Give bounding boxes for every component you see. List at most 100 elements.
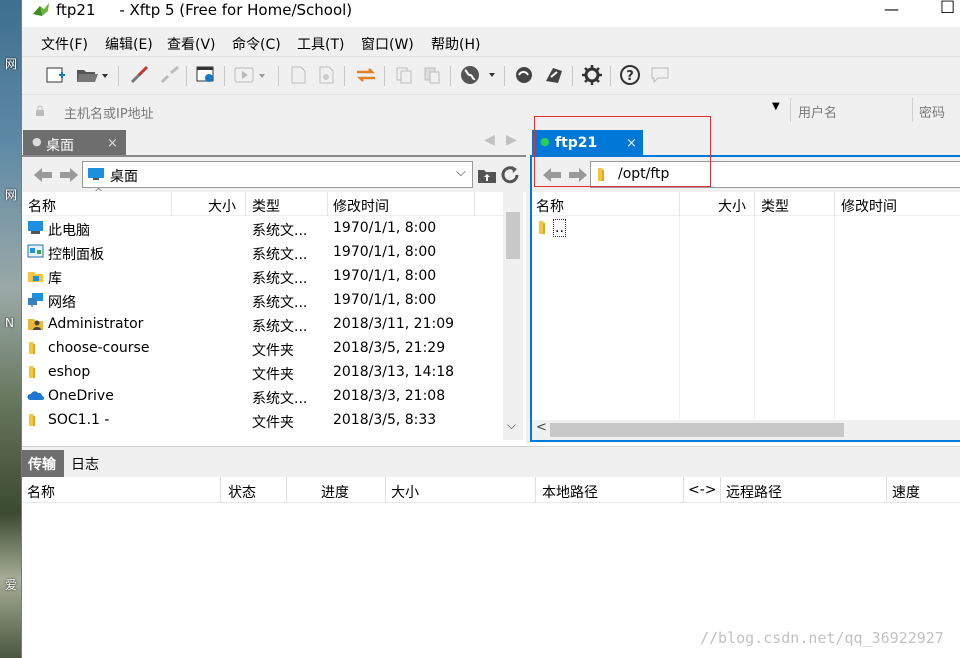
refresh-icon[interactable] <box>500 165 522 185</box>
tab-label: 传输 <box>28 457 56 473</box>
disconnect-icon[interactable] <box>158 64 182 86</box>
minimize-button[interactable]: — <box>884 0 899 18</box>
control-panel-icon <box>27 244 44 258</box>
tab-scroll-left-icon[interactable]: ◀ <box>484 132 495 148</box>
host-input[interactable]: 主机名或IP地址 ▼ <box>32 99 788 123</box>
file-name: 控制面板 <box>48 247 104 263</box>
close-icon[interactable]: × <box>626 136 637 151</box>
scroll-thumb[interactable] <box>550 423 844 437</box>
file-type: 系统文... <box>252 319 308 335</box>
col-status[interactable]: 状态 <box>228 482 256 502</box>
file-name: .. <box>553 219 566 237</box>
xshell-icon[interactable] <box>512 64 536 86</box>
download-icon[interactable] <box>314 64 338 86</box>
local-file-row[interactable]: choose-course 文件夹 2018/3/5, 21:29 <box>22 336 502 360</box>
col-modified[interactable]: 修改时间 <box>333 196 389 216</box>
chevron-down-icon[interactable]: ▼ <box>772 101 780 112</box>
play-icon[interactable] <box>232 64 268 86</box>
col-size[interactable]: 大小 <box>391 482 419 502</box>
xftp-logo-icon <box>33 3 49 16</box>
maximize-button[interactable]: ☐ <box>940 0 955 18</box>
tab-log[interactable]: 日志 <box>71 454 99 474</box>
menu-file[interactable]: 文件(F) <box>41 34 88 54</box>
local-file-row[interactable]: OneDrive 系统文... 2018/3/3, 21:08 <box>22 384 502 408</box>
col-type[interactable]: 类型 <box>761 196 789 216</box>
local-file-row[interactable]: 此电脑 系统文... 1970/1/1, 8:00 <box>22 216 502 240</box>
new-session-icon[interactable] <box>44 64 68 86</box>
connect-icon[interactable] <box>128 64 152 86</box>
local-file-row[interactable]: Administrator 系统文... 2018/3/11, 21:09 <box>22 312 502 336</box>
menu-window[interactable]: 窗口(W) <box>361 34 414 54</box>
close-icon[interactable]: × <box>107 136 118 151</box>
tab-local-desktop[interactable]: ● 桌面 × <box>23 130 126 157</box>
local-file-row[interactable]: eshop 文件夹 2018/3/13, 14:18 <box>22 360 502 384</box>
tab-transfer[interactable]: 传输 <box>22 450 64 478</box>
col-remote-path[interactable]: 远程路径 <box>726 482 782 502</box>
col-progress[interactable]: 进度 <box>321 482 349 502</box>
file-modified: 2018/3/5, 8:33 <box>333 412 437 428</box>
transfer-icon[interactable] <box>354 64 378 86</box>
back-forward-icon[interactable] <box>32 166 80 184</box>
file-modified: 1970/1/1, 8:00 <box>333 292 437 308</box>
scroll-left-icon[interactable]: < <box>536 420 547 435</box>
col-local-path[interactable]: 本地路径 <box>542 482 598 502</box>
col-size[interactable]: 大小 <box>208 196 236 216</box>
back-forward-icon[interactable] <box>541 166 589 184</box>
open-session-icon[interactable] <box>74 64 110 86</box>
password-input[interactable]: 密码 <box>919 102 945 121</box>
remote-path-input[interactable]: /opt/ftp <box>590 161 960 188</box>
scroll-down-icon[interactable]: ⌵ <box>507 418 516 433</box>
file-type: 系统文... <box>252 271 308 287</box>
remote-tab-strip: ● ftp21 × <box>530 126 960 157</box>
folder-icon <box>598 168 604 181</box>
remote-horizontal-scrollbar[interactable]: < <box>532 420 960 440</box>
chevron-down-icon[interactable]: ⌵ <box>456 165 466 180</box>
transfer-panel: 传输 日志 名称 状态 进度 大小 本地路径 <-> 远程路径 速度 <box>22 446 960 658</box>
sort-ascending-icon: ^ <box>94 186 104 199</box>
upload-icon[interactable] <box>286 64 310 86</box>
globe-icon[interactable] <box>458 64 498 86</box>
file-modified: 1970/1/1, 8:00 <box>333 220 437 236</box>
desktop-label: 网 <box>5 57 18 71</box>
local-path-input[interactable]: 桌面 ⌵ <box>82 161 473 188</box>
address-bar: 主机名或IP地址 ▼ 用户名 密码 <box>22 94 960 126</box>
xftp-window: ftp21 - Xftp 5 (Free for Home/School) — … <box>21 0 960 658</box>
col-direction[interactable]: <-> <box>688 482 717 498</box>
file-modified: 1970/1/1, 8:00 <box>333 268 437 284</box>
col-name[interactable]: 名称 <box>536 196 564 216</box>
paste-icon[interactable] <box>420 64 444 86</box>
local-file-row[interactable]: 库 系统文... 1970/1/1, 8:00 <box>22 264 502 288</box>
local-file-row[interactable]: 网络 系统文... 1970/1/1, 8:00 <box>22 288 502 312</box>
menu-view[interactable]: 查看(V) <box>167 34 216 54</box>
local-vertical-scrollbar[interactable]: ⌵ <box>503 192 523 440</box>
folder-up-icon[interactable] <box>477 165 497 185</box>
username-input[interactable]: 用户名 <box>798 102 837 121</box>
remote-file-row[interactable]: .. <box>532 216 672 240</box>
copy-icon[interactable] <box>392 64 416 86</box>
xftp-icon[interactable] <box>542 64 566 86</box>
col-type[interactable]: 类型 <box>252 196 280 216</box>
folder-icon <box>29 342 35 354</box>
menu-command[interactable]: 命令(C) <box>232 34 281 54</box>
help-icon[interactable]: ? <box>618 64 642 86</box>
title-bar[interactable]: ftp21 - Xftp 5 (Free for Home/School) — … <box>22 0 960 27</box>
tab-remote-ftp21[interactable]: ● ftp21 × <box>532 130 643 157</box>
chat-icon[interactable] <box>648 64 672 86</box>
tab-scroll-right-icon[interactable]: ▶ <box>506 132 517 148</box>
col-name[interactable]: 名称 <box>27 482 55 502</box>
col-speed[interactable]: 速度 <box>892 482 920 502</box>
remote-file-list: .. <box>532 216 960 420</box>
menu-edit[interactable]: 编辑(E) <box>105 34 153 54</box>
file-name: 网络 <box>48 295 76 311</box>
col-modified[interactable]: 修改时间 <box>841 196 897 216</box>
gear-icon[interactable] <box>580 64 604 86</box>
svg-text:?: ? <box>626 69 634 84</box>
scroll-thumb[interactable] <box>506 212 520 259</box>
session-properties-icon[interactable] <box>194 64 218 86</box>
col-name[interactable]: 名称 <box>28 196 56 216</box>
menu-tools[interactable]: 工具(T) <box>297 34 344 54</box>
menu-help[interactable]: 帮助(H) <box>431 34 480 54</box>
local-file-row[interactable]: 控制面板 系统文... 1970/1/1, 8:00 <box>22 240 502 264</box>
local-file-row[interactable]: SOC1.1 - 文件夹 2018/3/5, 8:33 <box>22 408 502 432</box>
col-size[interactable]: 大小 <box>718 196 746 216</box>
